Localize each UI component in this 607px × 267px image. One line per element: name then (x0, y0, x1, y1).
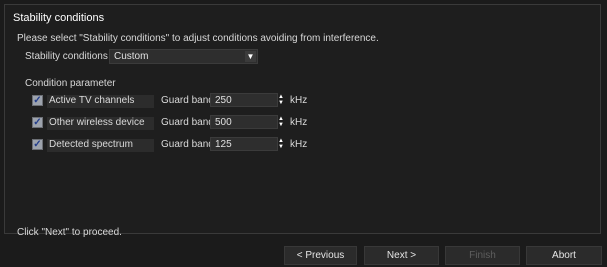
detected-spectrum-label: Detected spectrum (47, 139, 154, 152)
spin-arrows-icon[interactable]: ▲ ▼ (277, 116, 285, 129)
button-bar: < Previous Next > Finish Abort (0, 238, 607, 267)
unit-label: kHz (290, 95, 308, 106)
panel-title: Stability conditions (13, 12, 105, 24)
other-wireless-device-checkbox[interactable]: ✓ (32, 117, 43, 128)
dropdown-arrow-icon[interactable]: ▼ (245, 51, 256, 62)
guard-band-value-tv: 250 (215, 95, 232, 106)
other-wireless-device-label: Other wireless device (47, 117, 154, 130)
guard-band-value-wireless: 500 (215, 117, 232, 128)
next-button[interactable]: Next > (364, 246, 439, 265)
guard-band-input-spectrum[interactable]: 125 (210, 137, 278, 151)
proceed-hint: Click "Next" to proceed. (17, 227, 122, 238)
guard-band-label: Guard band (161, 95, 214, 106)
stability-panel: Stability conditions Please select "Stab… (4, 4, 601, 238)
abort-button[interactable]: Abort (526, 246, 602, 265)
active-tv-channels-label: Active TV channels (47, 95, 154, 108)
condition-parameter-heading: Condition parameter (25, 78, 116, 89)
finish-button[interactable]: Finish (445, 246, 520, 265)
guard-band-label: Guard band (161, 117, 214, 128)
instruction-text: Please select "Stability conditions" to … (17, 33, 379, 44)
guard-band-value-spectrum: 125 (215, 139, 232, 150)
row-other-wireless-device: ✓ Other wireless device Guard band 500 ▲… (5, 115, 600, 131)
unit-label: kHz (290, 117, 308, 128)
row-active-tv-channels: ✓ Active TV channels Guard band 250 ▲ ▼ k… (5, 93, 600, 109)
guard-band-input-wireless[interactable]: 500 (210, 115, 278, 129)
detected-spectrum-checkbox[interactable]: ✓ (32, 139, 43, 150)
row-detected-spectrum: ✓ Detected spectrum Guard band 125 ▲ ▼ kH… (5, 137, 600, 153)
stability-conditions-select[interactable]: Custom ▼ (109, 49, 258, 64)
spin-arrows-icon[interactable]: ▲ ▼ (277, 94, 285, 107)
stability-conditions-label: Stability conditions (25, 51, 108, 62)
previous-button[interactable]: < Previous (284, 246, 357, 265)
unit-label: kHz (290, 139, 308, 150)
active-tv-channels-checkbox[interactable]: ✓ (32, 95, 43, 106)
guard-band-input-tv[interactable]: 250 (210, 93, 278, 107)
spin-arrows-icon[interactable]: ▲ ▼ (277, 138, 285, 151)
guard-band-label: Guard band (161, 139, 214, 150)
stability-conditions-value: Custom (114, 51, 149, 62)
